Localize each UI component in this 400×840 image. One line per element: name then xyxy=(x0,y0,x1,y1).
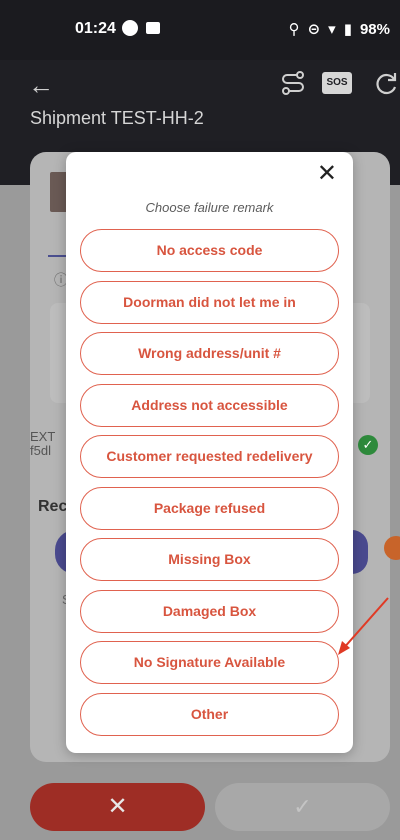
dnd-icon: ⊝ xyxy=(307,21,321,38)
status-bar: 01:24 ⚲ ⊝ ▾ ▮ 98% xyxy=(0,0,400,60)
battery-icon: ▮ xyxy=(343,21,352,38)
remark-customer-redelivery[interactable]: Customer requested redelivery xyxy=(80,435,339,478)
camera-icon xyxy=(146,22,160,34)
sos-icon[interactable]: SOS xyxy=(322,72,352,94)
remark-missing-box[interactable]: Missing Box xyxy=(80,538,339,581)
status-time: 01:24 xyxy=(75,20,116,37)
status-indicators: ⚲ ⊝ ▾ ▮ 98% xyxy=(288,20,390,39)
remark-wrong-address[interactable]: Wrong address/unit # xyxy=(80,332,339,375)
location-icon: ⚲ xyxy=(288,21,300,38)
remark-package-refused[interactable]: Package refused xyxy=(80,486,339,530)
remark-options: No access code Doorman did not let me in… xyxy=(80,229,339,744)
remark-damaged-box[interactable]: Damaged Box xyxy=(80,589,339,633)
remark-no-access-code[interactable]: No access code xyxy=(80,229,339,272)
external-id-line1: EXT xyxy=(30,429,56,444)
fail-button[interactable]: ✕ xyxy=(30,783,205,831)
remark-other[interactable]: Other xyxy=(80,692,339,736)
remark-doorman-refused[interactable]: Doorman did not let me in xyxy=(80,280,339,324)
record-dot-icon xyxy=(122,20,138,36)
dialog-title: Choose failure remark xyxy=(145,200,274,215)
refresh-icon[interactable] xyxy=(372,70,400,98)
external-id-line2: f5dl xyxy=(30,443,51,458)
complete-button[interactable]: ✓ xyxy=(215,783,390,831)
bottom-action-bar: ✕ ✓ xyxy=(0,775,400,840)
recipient-heading: Rec xyxy=(38,498,68,515)
back-arrow-icon[interactable]: ← xyxy=(28,70,54,101)
wifi-icon: ▾ xyxy=(328,21,336,38)
close-icon[interactable]: ✕ xyxy=(317,162,337,186)
remark-no-signature[interactable]: No Signature Available xyxy=(80,641,339,684)
battery-percent: 98% xyxy=(359,20,390,38)
failure-remark-dialog: ✕ Choose failure remark No access code D… xyxy=(66,152,353,753)
remark-address-not-accessible[interactable]: Address not accessible xyxy=(80,383,339,427)
check-circle-icon: ✓ xyxy=(358,435,378,455)
page-title: Shipment TEST-HH-2 xyxy=(30,108,204,128)
external-id: EXT f5dl xyxy=(30,430,55,458)
route-icon[interactable] xyxy=(280,70,306,96)
